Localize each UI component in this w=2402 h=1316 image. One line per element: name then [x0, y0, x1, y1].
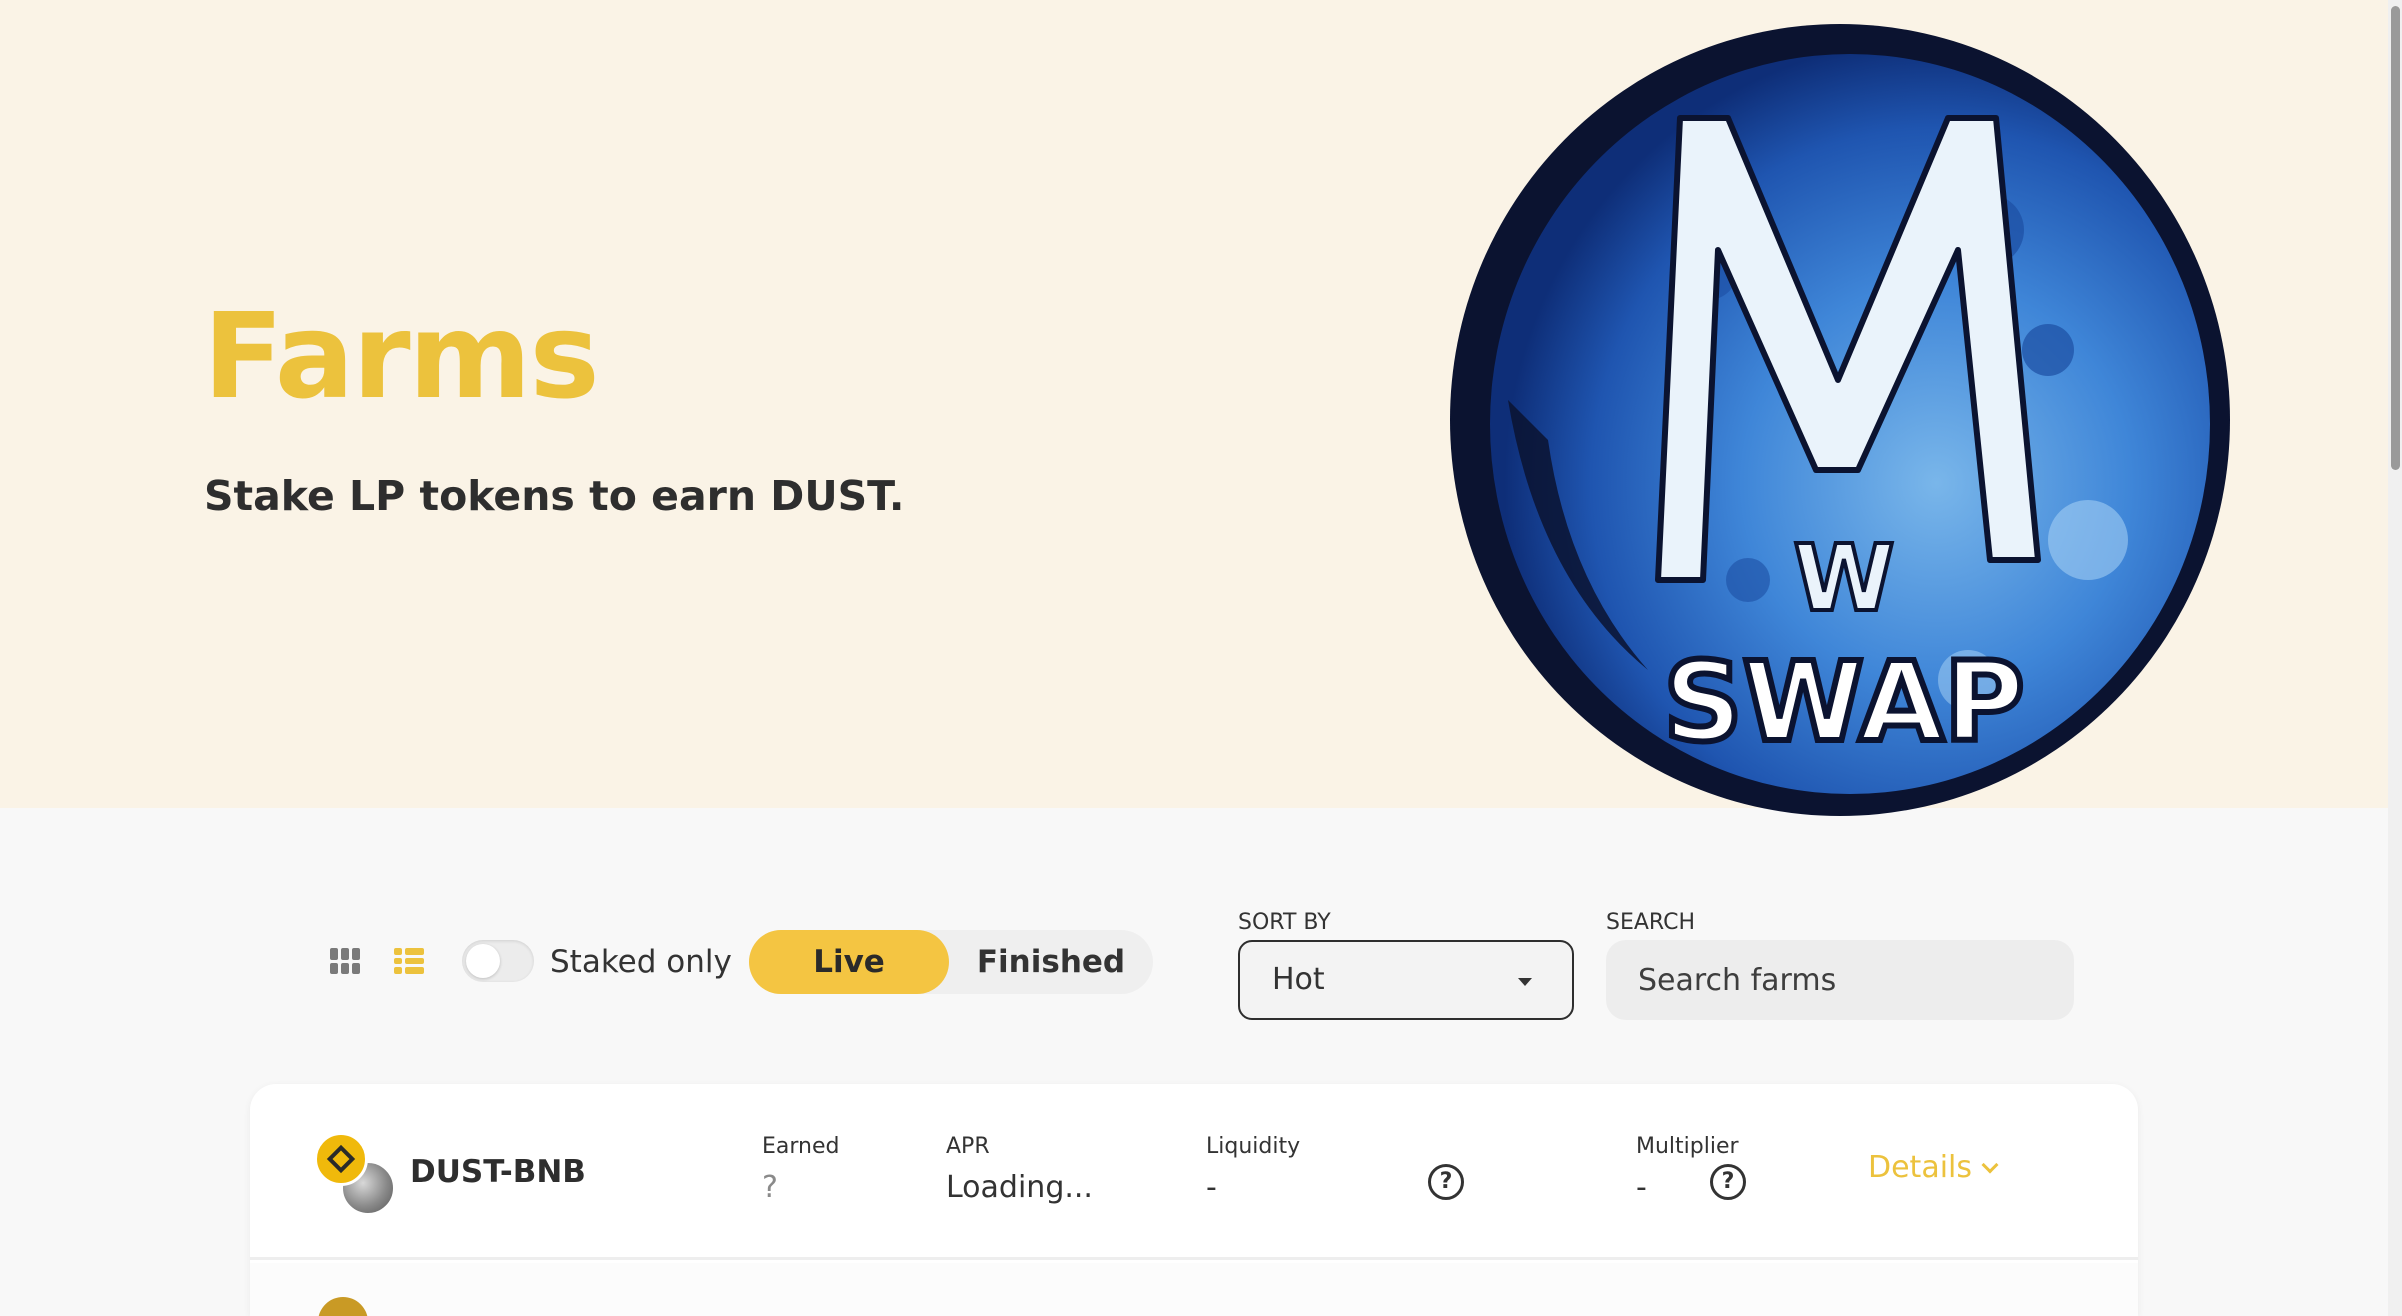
live-finished-tabs: Live Finished — [749, 930, 1153, 994]
search-label: SEARCH — [1606, 910, 1696, 935]
liquidity-help-icon[interactable]: ? — [1428, 1164, 1464, 1200]
logo-swap-text: SWAP — [1663, 638, 2024, 766]
staked-only-label: Staked only — [550, 944, 732, 980]
multiplier-label: Multiplier — [1636, 1134, 1739, 1159]
sort-selected-value: Hot — [1272, 962, 1325, 997]
table-row[interactable] — [250, 1263, 2138, 1316]
tab-finished[interactable]: Finished — [949, 930, 1153, 994]
search-input[interactable] — [1606, 940, 2074, 1020]
sort-select[interactable]: Hot — [1238, 940, 1574, 1020]
chevron-down-icon — [1981, 1156, 1999, 1174]
farm-controls: Staked only Live Finished SORT BY Hot SE… — [0, 900, 2388, 1030]
multiplier-help-icon[interactable]: ? — [1710, 1164, 1746, 1200]
logo-letter-w: W — [1793, 525, 1894, 632]
toggle-knob — [466, 944, 500, 978]
farm-pair-name: DUST-BNB — [410, 1154, 586, 1190]
staked-only-toggle[interactable] — [462, 940, 534, 982]
details-label: Details — [1868, 1150, 1973, 1185]
farms-table: DUST-BNB Earned ? APR Loading... Liquidi… — [250, 1084, 2138, 1316]
caret-down-icon — [1518, 978, 1532, 986]
hero-banner: Farms Stake LP tokens to earn DUST. W SW… — [0, 0, 2388, 816]
bnb-token-icon — [314, 1132, 368, 1186]
apr-value: Loading... — [946, 1170, 1093, 1205]
page-subtitle: Stake LP tokens to earn DUST. — [204, 472, 905, 520]
liquidity-label: Liquidity — [1206, 1134, 1301, 1159]
multiplier-value: - — [1636, 1170, 1647, 1205]
liquidity-value: - — [1206, 1170, 1217, 1205]
mwswap-logo: W SWAP — [1450, 24, 2230, 816]
scrollbar-thumb[interactable] — [2391, 6, 2400, 470]
details-button[interactable]: Details — [1868, 1150, 1999, 1185]
token-icon — [318, 1297, 368, 1316]
list-view-icon[interactable] — [394, 948, 424, 974]
table-row[interactable]: DUST-BNB Earned ? APR Loading... Liquidi… — [250, 1084, 2138, 1260]
sort-by-label: SORT BY — [1238, 910, 1331, 935]
apr-label: APR — [946, 1134, 990, 1159]
earned-label: Earned — [762, 1134, 840, 1159]
scrollbar[interactable] — [2388, 0, 2402, 1316]
earned-value: ? — [762, 1170, 778, 1205]
page-title: Farms — [203, 287, 600, 425]
tab-live[interactable]: Live — [749, 930, 949, 994]
grid-view-icon[interactable] — [330, 948, 360, 974]
